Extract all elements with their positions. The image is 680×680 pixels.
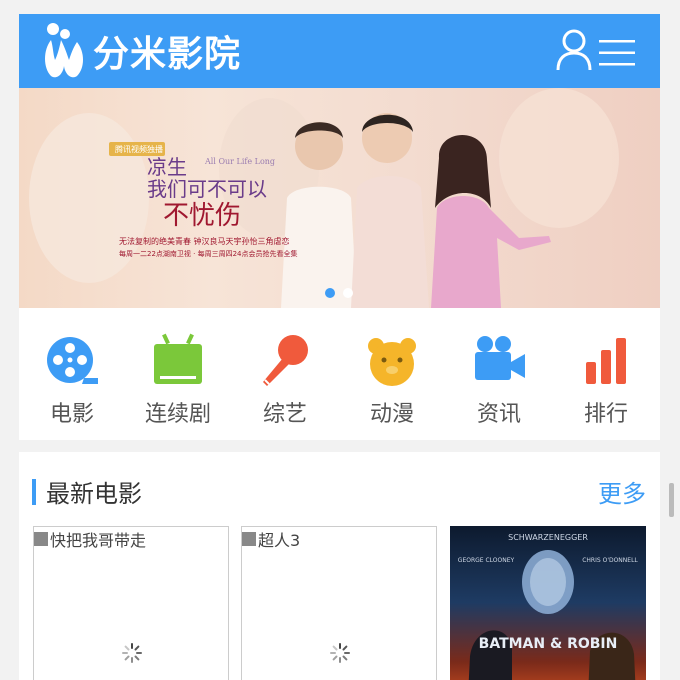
nav-item-variety[interactable]: 综艺: [240, 332, 330, 428]
banner-caption-2: 每周一二22点湖南卫视 · 每周三周四24点会员抢先看全集: [119, 249, 298, 258]
nav-item-news[interactable]: 资讯: [454, 332, 544, 428]
more-link[interactable]: 更多: [598, 474, 646, 509]
latest-movies-section: 最新电影 更多 快把我哥带走 超人3 SCHWARZENEGGER GEORGE…: [19, 452, 660, 680]
banner-artwork: 腾讯视频独播 凉生 All Our Life Long 我们可不可以 不忧伤 无…: [29, 88, 619, 308]
nav-label: 连续剧: [144, 402, 211, 427]
category-nav: 电影 连续剧 综艺 动漫 资讯 排行: [19, 308, 660, 440]
nav-item-anime[interactable]: 动漫: [347, 332, 437, 428]
banner-english: All Our Life Long: [204, 157, 275, 166]
site-logo[interactable]: 分米影院: [41, 20, 241, 82]
movie-card[interactable]: 快把我哥带走: [33, 526, 229, 680]
section-title: 最新电影: [46, 480, 142, 508]
poster-title: BATMAN & ROBIN: [479, 636, 618, 652]
broken-image-icon: [34, 532, 48, 546]
nav-item-ranking[interactable]: 排行: [561, 332, 651, 428]
movie-card[interactable]: 超人3: [241, 526, 437, 680]
hero-banner[interactable]: 腾讯视频独播 凉生 All Our Life Long 我们可不可以 不忧伤 无…: [19, 88, 660, 308]
poster-right-name: CHRIS O'DONNELL: [582, 557, 638, 564]
user-icon[interactable]: [555, 28, 593, 72]
bear-face-icon: [368, 338, 416, 386]
loading-spinner-icon: [330, 643, 350, 663]
microphone-icon: [263, 335, 308, 386]
poster-top-name: SCHWARZENEGGER: [508, 533, 588, 542]
bar-chart-icon: [586, 338, 626, 384]
broken-image: 快把我哥带走: [34, 527, 146, 551]
nav-label: 综艺: [262, 402, 307, 427]
image-alt-text: 超人3: [258, 531, 301, 550]
nav-label: 电影: [49, 402, 94, 427]
poster-artwork: SCHWARZENEGGER GEORGE CLOONEY CHRIS O'DO…: [458, 533, 638, 680]
carousel-dot-2[interactable]: [343, 288, 353, 298]
banner-badge: 腾讯视频独播: [115, 144, 163, 154]
nav-label: 排行: [583, 402, 628, 427]
logo-mark-icon: [45, 23, 83, 78]
image-alt-text: 快把我哥带走: [50, 531, 147, 550]
app-frame: 分米影院 腾讯视频独播 凉生 All Our Life Long 我们可不可以 …: [19, 14, 660, 680]
banner-title-2: 我们可不可以: [147, 177, 267, 201]
poster-left-name: GEORGE CLOONEY: [458, 557, 515, 564]
menu-icon[interactable]: [599, 39, 635, 67]
nav-label: 资讯: [476, 402, 521, 427]
carousel-dot-1[interactable]: [325, 288, 335, 298]
scrollbar-thumb[interactable]: [669, 483, 674, 517]
broken-image-icon: [242, 532, 256, 546]
nav-item-tv-series[interactable]: 连续剧: [133, 332, 223, 428]
video-camera-icon: [475, 336, 525, 380]
header-bar: 分米影院: [19, 14, 660, 88]
nav-label: 动漫: [369, 402, 414, 427]
broken-image: 超人3: [242, 527, 300, 551]
tv-icon: [154, 333, 202, 384]
section-accent-bar: [32, 479, 36, 505]
banner-caption-1: 无法复制的绝美青春 钟汉良马天宇孙怡三角虐恋: [119, 236, 290, 246]
banner-title-3: 不忧伤: [163, 201, 241, 231]
film-reel-icon: [47, 337, 98, 384]
movie-poster[interactable]: SCHWARZENEGGER GEORGE CLOONEY CHRIS O'DO…: [450, 526, 646, 680]
loading-spinner-icon: [122, 643, 142, 663]
banner-title-1: 凉生: [147, 155, 187, 179]
logo-text: 分米影院: [93, 34, 242, 75]
nav-item-movies[interactable]: 电影: [27, 332, 117, 428]
